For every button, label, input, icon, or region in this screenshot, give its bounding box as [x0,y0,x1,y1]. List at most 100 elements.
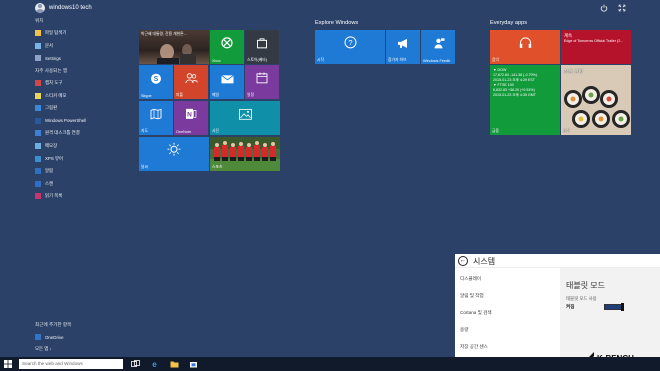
svg-text:?: ? [348,38,352,47]
onenote-label: OneNote [176,130,192,134]
weather-tile[interactable]: 날씨 [139,137,209,171]
photos-icon [210,107,280,125]
file-explorer-icon[interactable] [170,360,179,368]
food-photo [561,65,631,135]
sticky-note-icon [35,92,41,99]
insider-hub-label: 참가자 허브 [388,58,407,62]
task-view-icon[interactable] [131,360,140,368]
feedback-people-icon [421,36,455,54]
frequent-app-item[interactable]: 스티커 메모 [35,92,66,100]
news-tile[interactable]: 박근혜 대통령, 잔용 개헌론... [139,30,209,64]
money-ticker: ▼ DOW 17,672.60 -141.38 (-0.79%) 2015-01… [493,68,537,97]
store-label: 스토어(베타) [247,58,267,62]
paint-icon [35,105,41,112]
frequent-app-item[interactable]: 스캔 [35,180,53,188]
ticker-line: 2015-01-23 오후 4:29 EST [493,77,535,82]
onenote-tile[interactable]: N OneNote [174,101,208,135]
recent-title: 최근에 추가한 항목 [35,322,72,327]
frequent-app-label: 캡처 도구 [45,80,63,85]
explore-windows-title: Explore Windows [315,20,359,26]
edge-icon[interactable]: e [150,360,159,368]
panel-header: ← 시스템 [455,254,660,268]
everyday-apps-title: Everyday apps [490,20,528,26]
recent-app-label: OneDrive [45,334,64,340]
mail-label: 메일 [212,93,219,97]
taskbar-search-input[interactable]: Search the web and Windows [19,359,123,369]
back-arrow-icon[interactable]: ← [458,256,468,266]
places-item[interactable]: Settings [35,54,61,62]
calendar-label: 일정 [247,93,254,97]
toggle-knob[interactable] [621,303,624,311]
music-tile[interactable]: 음악 [490,30,560,64]
frequent-app-item[interactable]: Windows PowerShell [35,117,86,125]
frequent-app-label: 메모장 [45,143,58,148]
power-icon[interactable] [600,4,608,12]
insider-hub-tile[interactable]: 참가자 허브 [386,30,420,64]
food-title: 찹쌀 김밥 [564,70,583,75]
frequent-app-label: Windows PowerShell [45,118,87,124]
mail-tile[interactable]: 메일 [210,65,244,99]
frequent-app-label: XPS 뷰어 [45,155,64,161]
video-tile[interactable]: 계속 Edge of Tomorrow Official Trailer (2.… [561,30,631,64]
frequent-app-label: 스티커 메모 [45,92,67,98]
tablet-mode-toggle[interactable] [604,303,624,311]
calendar-tile[interactable]: 일정 [245,65,279,99]
scan-icon [35,180,41,187]
get-started-tile[interactable]: ? 시작 [315,30,385,64]
xbox-icon [210,36,244,54]
frequent-app-item[interactable]: XPS 뷰어 [35,155,63,163]
music-label: 음악 [492,58,499,62]
places-item[interactable]: 파일 탐색기 [35,29,66,37]
frequent-app-label: 그림판 [45,105,58,111]
frequent-app-item[interactable]: 원격 데스크톱 연결 [35,129,80,137]
headphones-icon [490,36,560,54]
store-icon[interactable] [189,360,198,368]
user-account[interactable]: windows10 tech [35,3,92,13]
alarm-icon [35,168,41,175]
sports-tile[interactable]: 스포츠 [210,137,280,171]
frequent-app-label: 알람 [45,168,54,174]
maps-tile[interactable]: 지도 [139,101,173,135]
tablet-mode-state: 켜짐 [566,304,575,309]
frequent-app-item[interactable]: 메모장 [35,142,57,150]
windows-start-icon[interactable] [4,360,12,368]
reading-list-icon [35,193,41,200]
all-apps-link[interactable]: 모든 앱 ↓ [35,346,52,352]
video-subtitle: Edge of Tomorrow Official Trailer (2... [564,39,624,43]
recent-app-item[interactable]: OneDrive [35,333,64,341]
user-name: windows10 tech [49,5,92,11]
frequent-app-item[interactable]: 알람 [35,167,53,175]
expand-icon[interactable] [618,4,626,12]
people-tile[interactable]: 피플 [174,65,208,99]
settings-item-storage[interactable]: 용량 [460,327,468,333]
tablet-mode-subtitle: 태블릿 모드 사용 [566,296,597,301]
places-item[interactable]: 문서 [35,42,53,50]
mail-icon [210,71,244,89]
xps-icon [35,155,41,162]
taskbar: Search the web and Windows e [0,357,660,371]
remote-desktop-icon [35,130,41,137]
store-tile[interactable]: 스토어(베타) [245,30,279,64]
settings-item-display[interactable]: 디스플레이 [460,276,481,282]
settings-item-cortana[interactable]: Cortana 및 검색 [460,310,492,316]
settings-item-storage-sense[interactable]: 저장 공간 센스 [460,344,488,350]
frequent-app-item[interactable]: 그림판 [35,104,57,112]
food-tile[interactable]: 찹쌀 김밥 음식 [561,65,631,135]
ticker-line: 6,832.83 +36.20 (+0.53%) [493,87,535,92]
xbox-tile[interactable]: Xbox [210,30,244,64]
frequent-app-item[interactable]: 캡처 도구 [35,79,62,87]
places-title: 위치 [35,18,44,23]
photos-tile[interactable]: 사진 [210,101,280,135]
onenote-icon: N [174,107,208,125]
windows-feedback-tile[interactable]: Windows Feedb [421,30,455,64]
skype-tile[interactable]: S Skype [139,65,173,99]
megaphone-icon [386,36,420,54]
svg-text:e: e [152,360,157,368]
frequent-app-label: 읽기 목록 [45,193,63,199]
money-tile[interactable]: ▼ DOW 17,672.60 -141.38 (-0.79%) 2015-01… [490,65,560,135]
sports-label: 스포츠 [212,165,223,169]
calendar-icon [245,71,279,89]
settings-item-notifications[interactable]: 알림 및 작업 [460,293,484,299]
frequent-app-item[interactable]: 읽기 목록 [35,192,62,200]
system-settings-panel: ← 시스템 디스플레이 알림 및 작업 Cortana 및 검색 용량 저장 공… [455,254,660,371]
